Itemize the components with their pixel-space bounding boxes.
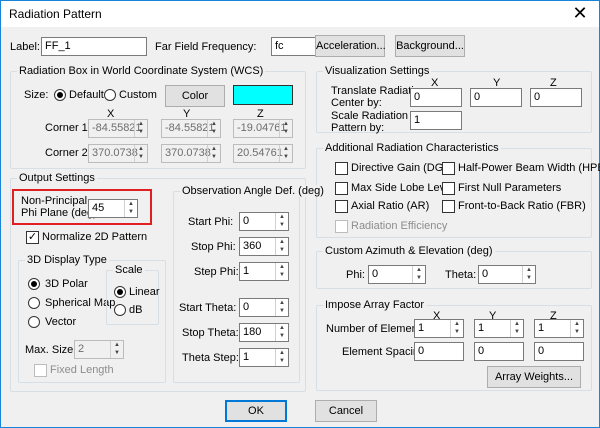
scale-label-line2: Pattern by: [331, 122, 385, 134]
spherical-map-label: Spherical Map [45, 297, 116, 309]
normalize-2d-label: Normalize 2D Pattern [42, 231, 148, 243]
elements-z-stepper[interactable]: 1 ▲ ▼ [534, 319, 584, 338]
translate-x-input[interactable]: 0 [410, 88, 462, 107]
step-phi-stepper[interactable]: 1 ▲ ▼ [239, 262, 289, 281]
front-to-back-checkbox[interactable] [442, 200, 455, 213]
max-side-lobe-label: Max Side Lobe Level [351, 182, 454, 194]
corner2-x-stepper[interactable]: 370.0738 ▲ ▼ [88, 144, 148, 163]
max-size-label: Max. Size: [25, 344, 77, 356]
non-principal-label-line1: Non-Principal [21, 195, 88, 207]
visualization-settings-title: Visualization Settings [323, 65, 432, 77]
corner2-label: Corner 2: [45, 147, 91, 159]
start-theta-stepper[interactable]: 0 ▲ ▼ [239, 298, 289, 317]
corner1-label: Corner 1: [45, 122, 91, 134]
directive-gain-checkbox[interactable] [335, 162, 348, 175]
additional-characteristics-title: Additional Radiation Characteristics [323, 142, 501, 154]
custom-phi-label: Phi: [346, 269, 365, 281]
radiation-efficiency-checkbox[interactable] [335, 220, 348, 233]
front-to-back-label: Front-to-Back Ratio (FBR) [458, 200, 586, 212]
fixed-length-checkbox[interactable] [34, 364, 47, 377]
acceleration-button[interactable]: Acceleration... [315, 35, 386, 57]
vector-label: Vector [45, 316, 77, 328]
dialog-window: Radiation Pattern ✕ Label: FF_1 Far Fiel… [0, 0, 600, 428]
corner2-y-stepper[interactable]: 370.0738 ▲ ▼ [161, 144, 221, 163]
start-theta-label: Start Theta: [179, 302, 237, 314]
spacing-x-input[interactable]: 0 [414, 342, 464, 361]
start-phi-stepper[interactable]: 0 ▲ ▼ [239, 212, 289, 231]
impose-array-factor-title: Impose Array Factor [323, 299, 427, 311]
max-size-stepper[interactable]: 2 ▲ ▼ [74, 340, 124, 359]
color-button[interactable]: Color [165, 85, 225, 107]
spacing-y-input[interactable]: 0 [474, 342, 524, 361]
background-button[interactable]: Background... [395, 35, 465, 57]
axial-ratio-label: Axial Ratio (AR) [351, 200, 430, 212]
custom-theta-label: Theta: [445, 269, 477, 281]
window-title: Radiation Pattern [9, 7, 102, 21]
scale-db-radio[interactable] [114, 304, 126, 316]
scale-linear-radio[interactable] [114, 286, 126, 298]
3d-display-type-title: 3D Display Type [25, 254, 109, 266]
scale-label-line1: Scale Radiation [331, 110, 409, 122]
stop-theta-label: Stop Theta: [182, 327, 239, 339]
vector-radio[interactable] [28, 316, 40, 328]
scale-pattern-input[interactable]: 1 [410, 111, 462, 130]
max-side-lobe-checkbox[interactable] [335, 182, 348, 195]
corner1-z-stepper[interactable]: -19.04761 ▲ ▼ [233, 119, 293, 138]
3d-polar-radio[interactable] [28, 278, 40, 290]
translate-label-line2: Center by: [331, 97, 382, 109]
custom-azimuth-title: Custom Azimuth & Elevation (deg) [323, 245, 495, 257]
close-icon[interactable]: ✕ [569, 3, 591, 23]
directive-gain-label: Directive Gain (DG) [351, 162, 447, 174]
label-input[interactable]: FF_1 [41, 37, 147, 56]
first-null-label: First Null Parameters [458, 182, 562, 194]
custom-theta-stepper[interactable]: 0 ▲ ▼ [478, 265, 536, 284]
cancel-button[interactable]: Cancel [315, 400, 377, 422]
corner1-x-stepper[interactable]: -84.55821 ▲ ▼ [88, 119, 148, 138]
far-field-frequency-label: Far Field Frequency: [155, 41, 257, 53]
theta-step-stepper[interactable]: 1 ▲ ▼ [239, 348, 289, 367]
color-swatch[interactable] [233, 85, 293, 105]
scale-db-label: dB [129, 304, 143, 316]
translate-y-input[interactable]: 0 [470, 88, 522, 107]
axial-ratio-checkbox[interactable] [335, 200, 348, 213]
stop-phi-stepper[interactable]: 360 ▲ ▼ [239, 237, 289, 256]
size-default-label: Default [69, 89, 104, 101]
start-phi-label: Start Phi: [188, 216, 234, 228]
radiation-box-title: Radiation Box in World Coordinate System… [17, 65, 266, 77]
non-principal-phi-stepper[interactable]: 45 ▲ ▼ [88, 199, 138, 218]
title-bar: Radiation Pattern ✕ [1, 1, 599, 27]
first-null-checkbox[interactable] [442, 182, 455, 195]
custom-phi-stepper[interactable]: 0 ▲ ▼ [368, 265, 426, 284]
label-label: Label: [10, 41, 40, 53]
scale-title: Scale [113, 264, 145, 276]
hpbw-label: Half-Power Beam Width (HPBW) [458, 162, 600, 174]
3d-polar-label: 3D Polar [45, 278, 88, 290]
spherical-map-radio[interactable] [28, 297, 40, 309]
elements-y-stepper[interactable]: 1 ▲ ▼ [474, 319, 524, 338]
hpbw-checkbox[interactable] [442, 162, 455, 175]
size-custom-radio[interactable] [104, 89, 116, 101]
size-default-radio[interactable] [54, 89, 66, 101]
stop-phi-label: Stop Phi: [191, 241, 236, 253]
step-phi-label: Step Phi: [194, 266, 239, 278]
scale-linear-label: Linear [129, 286, 160, 298]
elements-x-stepper[interactable]: 1 ▲ ▼ [414, 319, 464, 338]
stop-theta-stepper[interactable]: 180 ▲ ▼ [239, 323, 289, 342]
fixed-length-label: Fixed Length [50, 364, 114, 376]
size-custom-label: Custom [119, 89, 157, 101]
radiation-efficiency-label: Radiation Efficiency [351, 220, 448, 232]
corner2-z-stepper[interactable]: 20.54761 ▲ ▼ [233, 144, 293, 163]
observation-angle-title: Observation Angle Def. (deg) [180, 185, 326, 197]
array-weights-button[interactable]: Array Weights... [487, 366, 581, 388]
corner1-y-stepper[interactable]: -84.55821 ▲ ▼ [161, 119, 221, 138]
spacing-z-input[interactable]: 0 [534, 342, 584, 361]
normalize-2d-checkbox[interactable]: ✓ [26, 231, 39, 244]
output-settings-title: Output Settings [17, 172, 97, 184]
translate-z-input[interactable]: 0 [530, 88, 582, 107]
theta-step-label: Theta Step: [182, 352, 239, 364]
ok-button[interactable]: OK [225, 400, 287, 422]
size-label: Size: [24, 89, 49, 101]
